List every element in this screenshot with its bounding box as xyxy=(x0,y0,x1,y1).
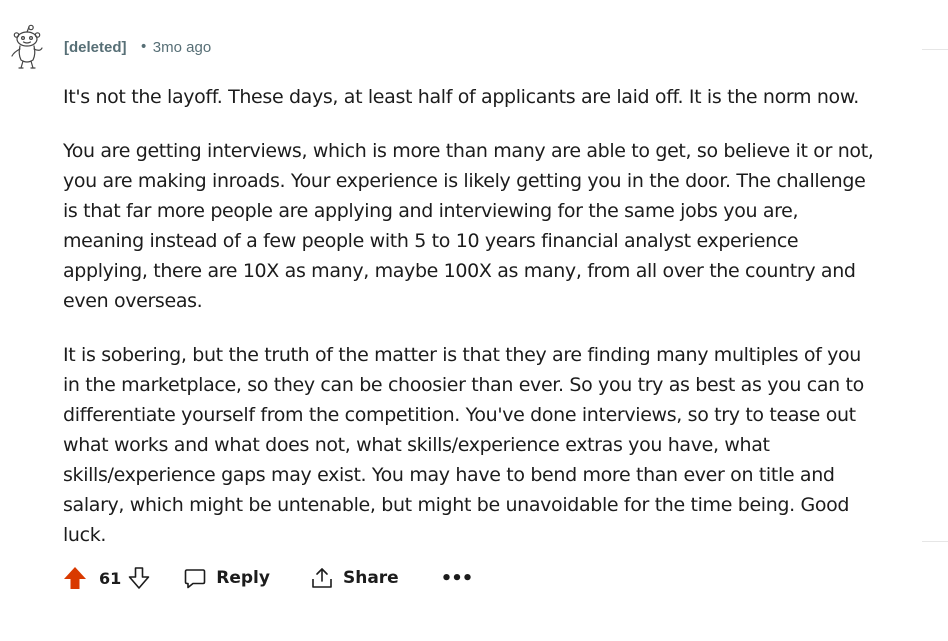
upvote-arrow-icon xyxy=(64,567,86,589)
reply-label: Reply xyxy=(216,568,270,588)
snoo-deleted-avatar-icon xyxy=(11,24,43,69)
comment-bubble-icon xyxy=(184,569,206,589)
timestamp[interactable]: 3mo ago xyxy=(153,39,211,56)
downvote-button[interactable] xyxy=(127,565,151,591)
share-button[interactable]: Share xyxy=(310,566,399,590)
comment-paragraph: You are getting interviews, which is mor… xyxy=(63,140,874,312)
divider xyxy=(922,541,948,542)
comment-meta: [deleted] • 3mo ago xyxy=(64,36,211,58)
more-options-icon: ••• xyxy=(440,567,474,589)
comment-paragraph: It's not the layoff. These days, at leas… xyxy=(63,86,859,108)
downvote-arrow-icon xyxy=(128,567,150,589)
more-options-button[interactable]: ••• xyxy=(440,567,474,589)
comment-body: It's not the layoff. These days, at leas… xyxy=(63,82,883,574)
comment-page: [deleted] • 3mo ago It's not the layoff.… xyxy=(0,0,948,641)
reply-button[interactable]: Reply xyxy=(183,566,270,590)
divider xyxy=(922,49,948,50)
meta-separator: • xyxy=(139,39,148,55)
share-icon xyxy=(312,568,332,588)
author-name[interactable]: [deleted] xyxy=(64,39,127,56)
comment-paragraph: It is sobering, but the truth of the mat… xyxy=(63,344,864,546)
vote-score: 61 xyxy=(99,568,122,588)
comment-action-bar: 61 Reply Share ••• xyxy=(62,562,474,594)
upvote-button[interactable] xyxy=(62,565,88,591)
avatar[interactable] xyxy=(8,24,48,70)
vote-controls: 61 xyxy=(62,565,151,591)
share-label: Share xyxy=(342,568,399,588)
